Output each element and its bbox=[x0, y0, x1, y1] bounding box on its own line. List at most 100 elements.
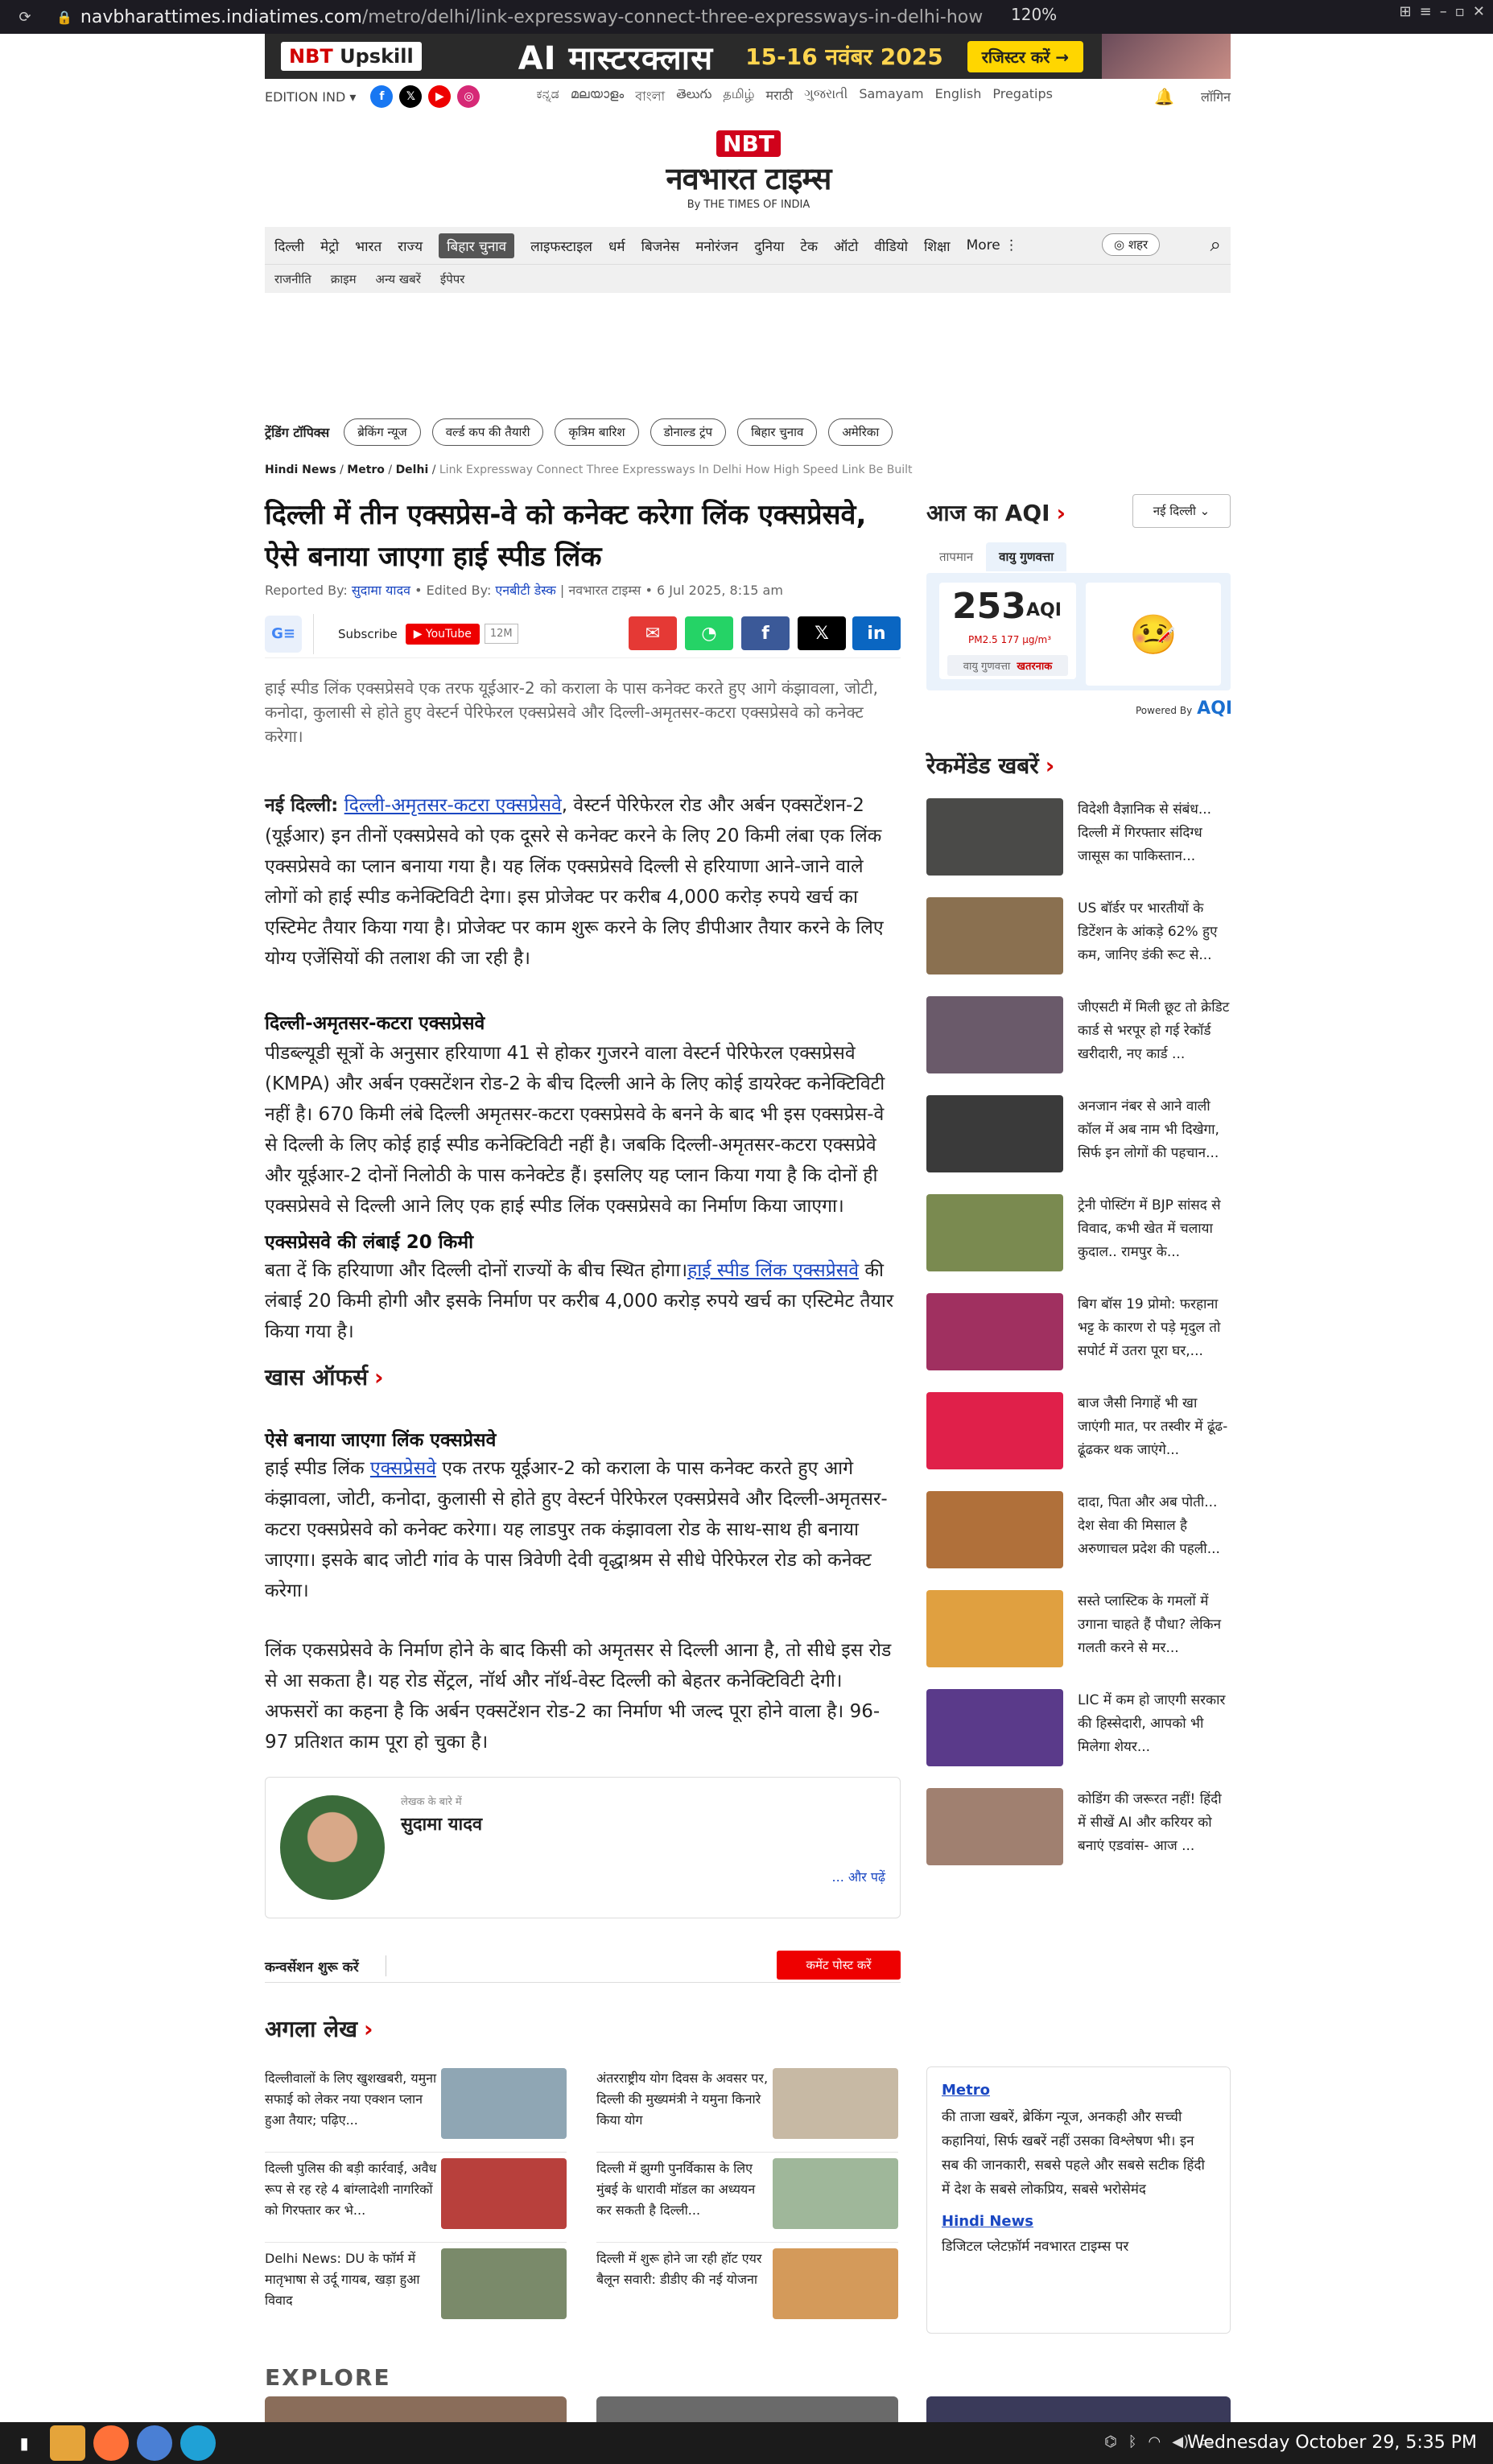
crumb-delhi[interactable]: Delhi bbox=[396, 464, 429, 476]
menu-icon[interactable]: ≡ bbox=[1420, 3, 1432, 20]
nav-item[interactable]: भारत bbox=[355, 237, 381, 255]
language-link[interactable]: বাংলা bbox=[635, 86, 665, 108]
recommended-item[interactable]: बिग बॉस 19 प्रोमो: फरहाना भट्ट के कारण र… bbox=[926, 1293, 1231, 1374]
next-article-card[interactable]: दिल्ली में झुग्गी पुनर्विकास के लिए मुंब… bbox=[596, 2158, 898, 2243]
special-offers-heading[interactable]: खास ऑफर्स › bbox=[265, 1362, 384, 1392]
nav-item[interactable]: राज्य bbox=[398, 237, 423, 255]
language-link[interactable]: मराठी bbox=[765, 86, 793, 108]
subnav-item[interactable]: ईपेपर bbox=[440, 271, 465, 287]
nav-item[interactable]: मेट्रो bbox=[320, 237, 339, 255]
nav-item[interactable]: शिक्षा bbox=[924, 237, 951, 255]
login-link[interactable]: लॉगिन bbox=[1201, 88, 1231, 105]
trending-chip[interactable]: बिहार चुनाव bbox=[737, 418, 818, 446]
reload-icon[interactable]: ⟳ bbox=[11, 3, 39, 31]
whatsapp-icon[interactable]: ◔ bbox=[685, 616, 733, 650]
explore-card-image[interactable] bbox=[265, 2396, 567, 2422]
nav-item[interactable]: More ⋮ bbox=[967, 237, 1019, 253]
recommended-item[interactable]: जीएसटी में मिली छूट तो क्रेडिट कार्ड से … bbox=[926, 996, 1231, 1077]
instagram-icon[interactable]: ◎ bbox=[457, 85, 480, 108]
nav-item[interactable]: बिहार चुनाव bbox=[439, 233, 515, 258]
zoom-level[interactable]: 120% bbox=[1011, 5, 1057, 24]
recommended-item[interactable]: बाज जैसी निगाहें भी खा जाएंगी मात, पर तस… bbox=[926, 1392, 1231, 1473]
facebook-share-icon[interactable]: f bbox=[741, 616, 790, 650]
chromium-icon[interactable] bbox=[137, 2425, 172, 2461]
editor-link[interactable]: एनबीटी डेस्क bbox=[495, 583, 555, 598]
recommended-item[interactable]: US बॉर्डर पर भारतीयों के डिटेंशन के आंकड… bbox=[926, 897, 1231, 978]
maximize-icon[interactable]: ▫ bbox=[1455, 3, 1465, 20]
recommended-item[interactable]: कोडिंग की जरूरत नहीं! हिंदी में सीखें AI… bbox=[926, 1788, 1231, 1869]
nav-item[interactable]: दिल्ली bbox=[274, 237, 304, 255]
language-link[interactable]: Samayam bbox=[859, 86, 923, 108]
reporter-link[interactable]: सुदामा यादव bbox=[352, 583, 410, 598]
nav-item[interactable]: वीडियो bbox=[874, 237, 908, 255]
trending-chip[interactable]: अमेरिका bbox=[828, 418, 893, 446]
hindi-news-link[interactable]: Hindi News bbox=[942, 2213, 1215, 2230]
nav-item[interactable]: धर्म bbox=[608, 237, 625, 255]
comment-share-icon[interactable]: ✉ bbox=[629, 616, 677, 650]
language-link[interactable]: தமிழ் bbox=[723, 86, 754, 108]
notification-bell-icon[interactable]: 🔔 bbox=[1154, 87, 1174, 106]
google-news-icon[interactable]: G≡ bbox=[265, 615, 302, 653]
next-article-card[interactable]: Delhi News: DU के फॉर्म में मातृभाषा से … bbox=[265, 2248, 567, 2329]
clock[interactable]: Wednesday October 29, 5:35 PM bbox=[1187, 2433, 1477, 2453]
post-comment-button[interactable]: कमेंट पोस्ट करें bbox=[777, 1951, 901, 1980]
explore-card-image[interactable] bbox=[926, 2396, 1231, 2422]
youtube-icon[interactable]: ▶ bbox=[428, 85, 452, 108]
explore-card-image[interactable] bbox=[596, 2396, 898, 2422]
trending-chip[interactable]: ब्रेकिंग न्यूज bbox=[344, 418, 421, 446]
facebook-icon[interactable]: f bbox=[370, 85, 394, 108]
subnav-item[interactable]: अन्य खबरें bbox=[376, 271, 421, 287]
p1-link[interactable]: दिल्ली-अमृतसर-कटरा एक्सप्रेसवे bbox=[344, 795, 562, 816]
next-article-card[interactable]: दिल्ली पुलिस की बड़ी कार्रवाई, अवैध रूप … bbox=[265, 2158, 567, 2243]
next-article-card[interactable]: दिल्लीवालों के लिए खुशखबरी, यमुना सफाई क… bbox=[265, 2068, 567, 2153]
city-selector[interactable]: ◎ शहर bbox=[1102, 233, 1161, 256]
nav-item[interactable]: लाइफस्टाइल bbox=[530, 237, 592, 255]
youtube-subscribe-button[interactable]: ▶ YouTube bbox=[405, 623, 480, 645]
recommended-item[interactable]: LIC में कम हो जाएगी सरकार की हिस्सेदारी,… bbox=[926, 1689, 1231, 1770]
x-share-icon[interactable]: 𝕏 bbox=[798, 616, 846, 650]
close-icon[interactable]: ✕ bbox=[1473, 3, 1485, 20]
recommended-item[interactable]: विदेशी वैज्ञानिक से संबंध... दिल्ली में … bbox=[926, 798, 1231, 879]
nav-item[interactable]: बिजनेस bbox=[641, 237, 680, 255]
extensions-icon[interactable]: ⊞ bbox=[1400, 3, 1412, 20]
edge-icon[interactable] bbox=[180, 2425, 216, 2461]
language-link[interactable]: English bbox=[935, 86, 982, 108]
author-read-more[interactable]: ... और पढ़ें bbox=[832, 1868, 885, 1885]
tab-air-quality[interactable]: वायु गुणवत्ता bbox=[986, 542, 1067, 571]
trending-chip[interactable]: डोनाल्ड ट्रंप bbox=[650, 418, 727, 446]
p4-link[interactable]: एक्सप्रेसवे bbox=[370, 1458, 436, 1479]
recommended-item[interactable]: अनजान नंबर से आने वाली कॉल में अब नाम भी… bbox=[926, 1095, 1231, 1176]
nav-item[interactable]: टेक bbox=[800, 237, 818, 255]
nav-item[interactable]: मनोरंजन bbox=[695, 237, 738, 255]
linkedin-icon[interactable]: in bbox=[852, 616, 901, 650]
crumb-metro[interactable]: Metro bbox=[347, 464, 385, 476]
files-icon[interactable] bbox=[50, 2425, 85, 2461]
terminal-icon[interactable]: ▮ bbox=[6, 2425, 42, 2461]
recommended-heading[interactable]: रेकमेंडेड खबरें › bbox=[926, 750, 1054, 781]
recommended-item[interactable]: ट्रेनी पोस्टिंग में BJP सांसद से विवाद, … bbox=[926, 1194, 1231, 1275]
author-name[interactable]: सुदामा यादव bbox=[401, 1811, 482, 1836]
trending-chip[interactable]: वर्ल्ड कप की तैयारी bbox=[431, 418, 544, 446]
firefox-icon[interactable] bbox=[93, 2425, 129, 2461]
recommended-item[interactable]: सस्ते प्लास्टिक के गमलों में उगाना चाहते… bbox=[926, 1590, 1231, 1671]
metro-link[interactable]: Metro bbox=[942, 2082, 1215, 2099]
minimize-icon[interactable]: – bbox=[1440, 3, 1447, 20]
language-link[interactable]: മലയാളം bbox=[571, 86, 624, 108]
aqi-city-dropdown[interactable]: नई दिल्ली ⌄ bbox=[1132, 494, 1231, 528]
language-link[interactable]: ಕನ್ನಡ bbox=[536, 86, 559, 108]
language-link[interactable]: ગુજરાતી bbox=[804, 86, 848, 108]
language-link[interactable]: తెలుగు bbox=[676, 86, 711, 108]
nav-item[interactable]: ऑटो bbox=[834, 237, 858, 255]
nav-item[interactable]: दुनिया bbox=[754, 237, 784, 255]
aqi-heading[interactable]: आज का AQI › bbox=[926, 497, 1066, 528]
url-bar[interactable]: 🔒 navbharattimes.indiatimes.com/metro/de… bbox=[56, 3, 1151, 31]
network-icon[interactable]: ⌬ bbox=[1104, 2433, 1117, 2450]
ad-banner[interactable]: NBT Upskill AI मास्टरक्लास 15-16 नवंबर 2… bbox=[265, 34, 1231, 79]
next-article-heading[interactable]: अगला लेख › bbox=[265, 2013, 373, 2044]
ad-register-button[interactable]: रजिस्टर करें → bbox=[967, 40, 1084, 72]
edition-selector[interactable]: EDITION IND ▾ bbox=[265, 89, 356, 105]
trending-chip[interactable]: कृत्रिम बारिश bbox=[555, 418, 639, 446]
site-logo[interactable]: NBT नवभारत टाइम्स By THE TIMES OF INDIA bbox=[660, 130, 837, 211]
bluetooth-icon[interactable]: ᛒ bbox=[1128, 2433, 1137, 2450]
x-icon[interactable]: 𝕏 bbox=[399, 85, 423, 108]
